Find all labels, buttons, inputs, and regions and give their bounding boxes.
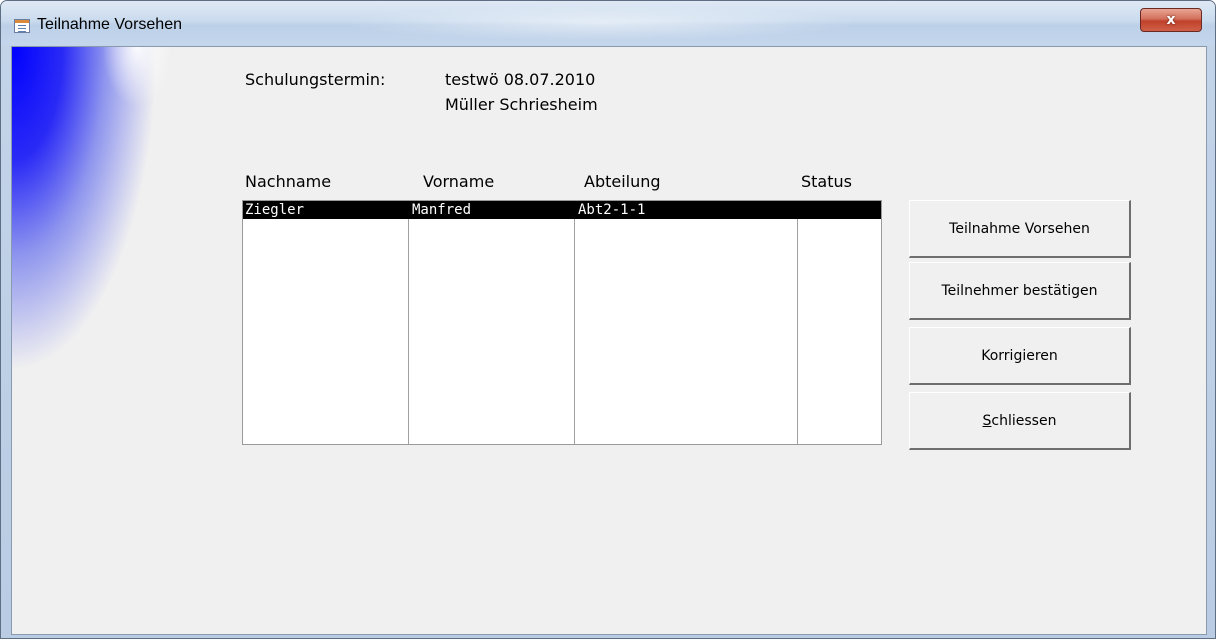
cell-abteilung: Abt2-1-1	[578, 202, 646, 218]
column-header-nachname: Nachname	[245, 172, 332, 191]
close-button[interactable]: x	[1140, 8, 1202, 32]
blue-gradient-decoration	[12, 47, 212, 527]
column-header-vorname: Vorname	[423, 172, 495, 191]
schliessen-button[interactable]: Schliessen	[909, 392, 1131, 450]
schulungstermin-location: Müller Schriesheim	[445, 95, 598, 114]
korrigieren-button[interactable]: Korrigieren	[909, 327, 1131, 385]
window-title: Teilnahme Vorsehen	[37, 16, 182, 33]
title-bar[interactable]: Teilnahme Vorsehen x	[1, 1, 1215, 45]
access-form-window: Teilnahme Vorsehen x Schulungstermin: te…	[0, 0, 1216, 639]
column-header-abteilung: Abteilung	[584, 172, 661, 191]
cell-vorname: Manfred	[412, 202, 472, 218]
schulungstermin-value: testwö 08.07.2010	[445, 70, 596, 89]
column-header-status: Status	[801, 172, 852, 191]
schliessen-accelerator: S	[982, 412, 992, 429]
column-divider	[408, 201, 409, 444]
teilnehmer-bestaetigen-button[interactable]: Teilnehmer bestätigen	[909, 262, 1131, 320]
highlight-decoration	[102, 47, 172, 107]
column-divider	[797, 201, 798, 444]
form-icon	[14, 19, 30, 33]
participants-listbox[interactable]: Ziegler Manfred Abt2-1-1	[242, 200, 882, 445]
cell-nachname: Ziegler	[245, 202, 305, 218]
schliessen-label-rest: chliessen	[991, 412, 1057, 429]
teilnahme-vorsehen-button[interactable]: Teilnahme Vorsehen	[909, 200, 1131, 258]
column-divider	[574, 201, 575, 444]
schulungstermin-label: Schulungstermin:	[245, 70, 386, 89]
form-body: Schulungstermin: testwö 08.07.2010 Mülle…	[11, 46, 1207, 635]
list-row-selected[interactable]: Ziegler Manfred Abt2-1-1	[243, 201, 881, 219]
